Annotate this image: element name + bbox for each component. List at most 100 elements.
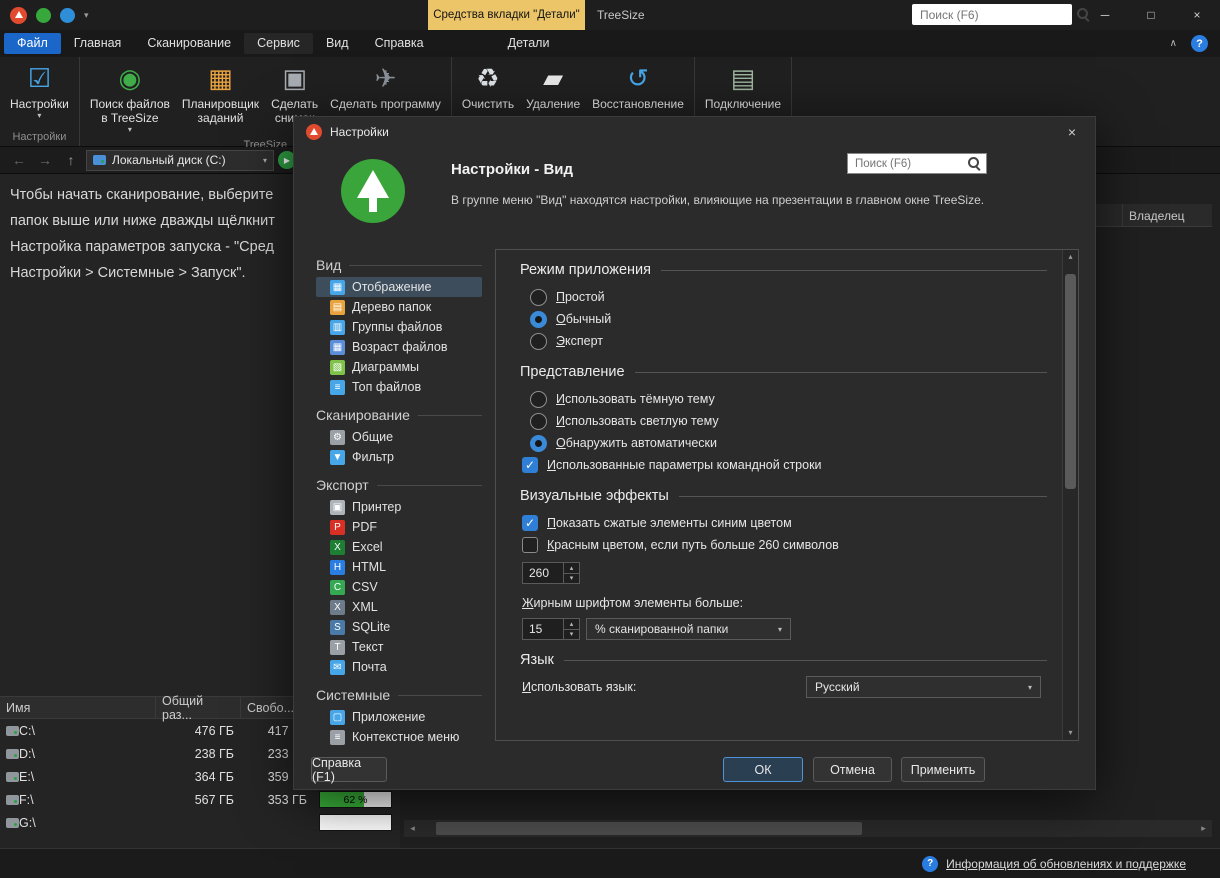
ribbon-button[interactable]: ▦ Планировщик заданий ▾ [176, 59, 265, 128]
settings-category[interactable]: ▼ Фильтр [316, 447, 482, 467]
menu-tab[interactable]: Сканирование [134, 33, 244, 54]
dialog-vertical-scrollbar[interactable]: ▴ ▾ [1062, 250, 1078, 740]
scroll-left-icon[interactable]: ◂ [404, 823, 421, 834]
ribbon-button[interactable]: ◉ Поиск файлов в TreeSize ▾ [84, 59, 176, 137]
path-length-stepper[interactable]: 260 ▴ ▾ [522, 562, 580, 584]
settings-category[interactable]: ⚙ Общие [316, 427, 482, 447]
ribbon-button[interactable]: ☑ Настройки ▾ [4, 59, 75, 123]
radio-option[interactable]: Обнаружить автоматически [530, 432, 1047, 454]
stepper-up-icon[interactable]: ▴ [564, 563, 579, 574]
ribbon-button[interactable]: ↺ Восстановление ▾ [586, 59, 690, 114]
radio-option[interactable]: Обычный [530, 308, 1047, 330]
dialog-search-input[interactable] [853, 157, 968, 171]
settings-category[interactable]: ▤ Дерево папок [316, 297, 482, 317]
menu-tab[interactable]: Главная [61, 33, 135, 54]
settings-category[interactable]: H HTML [316, 557, 482, 577]
radio-icon[interactable] [530, 333, 547, 350]
checkbox-option[interactable]: Красным цветом, если путь больше 260 сим… [522, 534, 1047, 556]
ok-button[interactable]: ОК [723, 757, 803, 782]
bold-unit-dropdown[interactable]: % сканированной папки ▾ [586, 618, 791, 640]
settings-category[interactable]: P PDF [316, 517, 482, 537]
collapse-ribbon-icon[interactable]: ∧ [1170, 38, 1177, 49]
stepper-up-icon[interactable]: ▴ [564, 619, 579, 630]
settings-category[interactable]: C CSV [316, 577, 482, 597]
quick-access-icon-1[interactable] [36, 8, 51, 23]
settings-category[interactable]: ▧ Диаграммы [316, 357, 482, 377]
checkbox-icon[interactable] [522, 457, 538, 473]
path-selector[interactable]: Локальный диск (C:) ▾ [86, 150, 274, 171]
settings-category[interactable]: ≡ Контекстное меню [316, 727, 482, 747]
forward-icon[interactable]: → [34, 152, 56, 168]
stepper-down-icon[interactable]: ▾ [564, 574, 579, 584]
ribbon-button[interactable]: ▤ Подключение ▾ [699, 59, 787, 114]
menu-tab[interactable]: Справка [362, 33, 437, 54]
help-button[interactable]: Справка (F1) [311, 757, 387, 782]
radio-icon[interactable] [530, 289, 547, 306]
maximize-button[interactable]: □ [1128, 0, 1174, 30]
checkbox-option[interactable]: Использованные параметры командной строк… [522, 454, 1047, 476]
bold-threshold-value[interactable]: 15 [523, 619, 563, 639]
checkbox-option[interactable]: Показать сжатые элементы синим цветом [522, 512, 1047, 534]
settings-category[interactable]: T Текст [316, 637, 482, 657]
scroll-right-icon[interactable]: ▸ [1195, 823, 1212, 834]
chevron-down-icon[interactable]: ▾ [263, 156, 267, 165]
drive-name: D:\ [19, 747, 35, 761]
menu-tab[interactable]: Файл [4, 33, 61, 54]
drive-row[interactable]: G:\ [0, 811, 400, 834]
settings-category[interactable]: ✉ Почта [316, 657, 482, 677]
settings-category[interactable]: ▦ Отображение [316, 277, 482, 297]
radio-option[interactable]: Эксперт [530, 330, 1047, 352]
radio-icon[interactable] [530, 311, 547, 328]
scroll-up-icon[interactable]: ▴ [1063, 250, 1078, 264]
language-dropdown[interactable]: Русский ▾ [806, 676, 1041, 698]
checkbox-icon[interactable] [522, 515, 538, 531]
settings-category[interactable]: ▣ Принтер [316, 497, 482, 517]
checkbox-icon[interactable] [522, 537, 538, 553]
bold-threshold-stepper[interactable]: 15 ▴ ▾ [522, 618, 580, 640]
radio-icon[interactable] [530, 391, 547, 408]
radio-icon[interactable] [530, 435, 547, 452]
drive-row[interactable]: F:\ 567 ГБ 353 ГБ 62 % [0, 788, 400, 811]
settings-category[interactable]: X XML [316, 597, 482, 617]
back-icon[interactable]: ← [8, 152, 30, 168]
menu-tab[interactable]: Вид [313, 33, 362, 54]
cancel-button[interactable]: Отмена [813, 757, 892, 782]
dialog-close-button[interactable]: × [1049, 117, 1095, 147]
ribbon-button[interactable]: ♻ Очистить ▾ [456, 59, 520, 114]
close-button[interactable]: × [1174, 0, 1220, 30]
radio-icon[interactable] [530, 413, 547, 430]
settings-category[interactable]: ≡ Топ файлов [316, 377, 482, 397]
path-length-value[interactable]: 260 [523, 563, 563, 583]
column-header-total-size[interactable]: Общий раз... [155, 697, 240, 718]
scrollbar-thumb[interactable] [436, 822, 862, 835]
quick-access-caret-icon[interactable]: ▾ [84, 10, 89, 21]
titlebar-search-input[interactable] [918, 7, 1077, 23]
update-info-link[interactable]: Информация об обновлениях и поддержке [946, 857, 1186, 871]
ribbon-button[interactable]: ✈ Сделать программу ▾ [324, 59, 447, 114]
minimize-button[interactable]: ─ [1082, 0, 1128, 30]
horizontal-scrollbar[interactable]: ◂ ▸ [404, 820, 1212, 837]
quick-access-icon-2[interactable] [60, 8, 75, 23]
settings-category[interactable]: ▥ Группы файлов [316, 317, 482, 337]
titlebar-search[interactable] [912, 4, 1072, 25]
radio-option[interactable]: Использовать тёмную тему [530, 388, 1047, 410]
column-header-owner[interactable]: Владелец [1122, 204, 1212, 227]
scrollbar-thumb[interactable] [1065, 274, 1076, 489]
ribbon-button[interactable]: ▰ Удаление ▾ [520, 59, 586, 114]
radio-option[interactable]: Использовать светлую тему [530, 410, 1047, 432]
help-icon[interactable]: ? [1191, 35, 1208, 52]
menu-tab[interactable]: Сервис [244, 33, 313, 54]
radio-option[interactable]: Простой [530, 286, 1047, 308]
apply-button[interactable]: Применить [901, 757, 985, 782]
settings-category[interactable]: X Excel [316, 537, 482, 557]
scrollbar-track[interactable] [421, 820, 1195, 837]
up-icon[interactable]: ↑ [60, 152, 82, 168]
dialog-search[interactable] [847, 153, 987, 174]
settings-category[interactable]: ▢ Приложение [316, 707, 482, 727]
stepper-down-icon[interactable]: ▾ [564, 630, 579, 640]
settings-category[interactable]: ▦ Возраст файлов [316, 337, 482, 357]
column-header-name[interactable]: Имя [0, 697, 155, 718]
settings-category[interactable]: S SQLite [316, 617, 482, 637]
menu-tab[interactable]: Детали [495, 33, 563, 54]
scroll-down-icon[interactable]: ▾ [1063, 726, 1078, 740]
